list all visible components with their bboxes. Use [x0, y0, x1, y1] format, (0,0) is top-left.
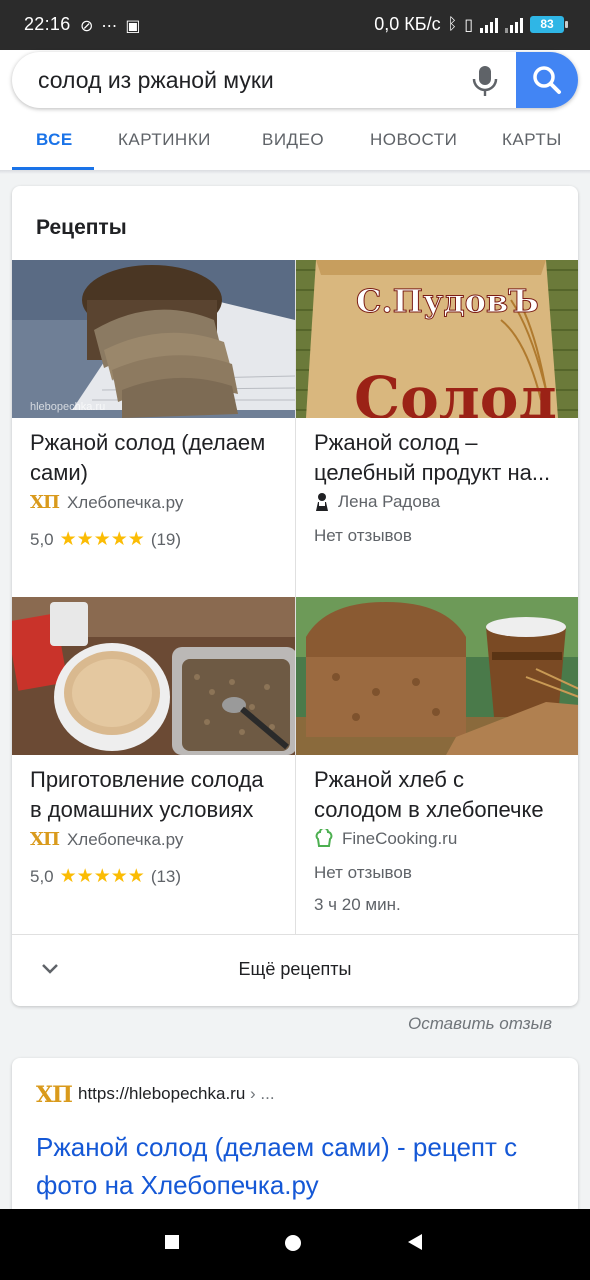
signal-icon-2 [505, 17, 523, 33]
tab-maps[interactable]: КАРТЫ [502, 130, 562, 150]
recipe-item[interactable]: Ржаной хлеб с солодом в хлебопечке FineC… [296, 597, 578, 934]
hlebopechka-logo-icon: ХП [30, 829, 60, 850]
tab-all[interactable]: ВСЕ [36, 130, 73, 150]
source-name: FineCooking.ru [342, 829, 458, 848]
feedback-link[interactable]: Оставить отзыв [408, 1014, 552, 1034]
home-icon[interactable] [284, 1234, 302, 1252]
source-name: Лена Радова [338, 492, 441, 511]
result-title-link[interactable]: Ржаной солод (делаем сами) - рецепт с фо… [36, 1128, 566, 1204]
source-name: Хлебопечка.ру [66, 492, 184, 512]
result-url[interactable]: https://hlebopechka.ru › ... [78, 1084, 275, 1104]
recipe-title-line: Ржаной хлеб с [314, 767, 464, 792]
more-recipes-button[interactable]: Ещё рецепты [12, 935, 578, 1006]
data-icon: ⋯ [101, 18, 118, 35]
review-count: (19) [150, 529, 182, 549]
no-reviews-label: Нет отзывов [314, 863, 412, 882]
mic-icon[interactable] [470, 64, 500, 98]
system-nav-bar [0, 1209, 590, 1280]
chef-hat-icon [315, 829, 333, 847]
recipe-image[interactable]: С.ПудовЪ Солод [296, 260, 578, 418]
vibrate-icon: ▯ [464, 16, 473, 34]
review-count: (13) [150, 866, 182, 886]
recipe-title[interactable]: Приготовление солода в домашних условиях [30, 765, 292, 825]
recipes-card: Рецепты hlebopechka.ru Ржаной солод (дел… [12, 186, 578, 1006]
rating-stars-icon: ★★★★★ [59, 866, 145, 887]
result-title-line: фото на Хлебопечка.ру [36, 1170, 319, 1200]
result-url-path: › ... [245, 1084, 275, 1103]
no-reviews-label: Нет отзывов [314, 526, 412, 545]
recipe-image[interactable]: hlebopechka.ru [12, 260, 295, 418]
battery-icon: 83 [530, 16, 568, 33]
bluetooth-icon: ᛒ [447, 15, 458, 33]
recipe-item[interactable]: С.ПудовЪ Солод Ржаной солод – целебный п… [296, 260, 578, 597]
rating-value: 5,0 [30, 529, 54, 549]
image-caption-text: Солод [354, 364, 557, 418]
recipe-title-line: Приготовление солода [30, 767, 264, 792]
image-watermark: hlebopechka.ru [30, 401, 105, 413]
status-right: 0,0 КБ/с ᛒ ▯ 83 [374, 14, 568, 35]
hlebopechka-logo-icon: ХП [30, 492, 60, 513]
rating-value: 5,0 [30, 866, 54, 886]
recipe-item[interactable]: hlebopechka.ru Ржаной солод (делаем сами… [12, 260, 295, 597]
search-box[interactable]: солод из ржаной муки [12, 52, 578, 108]
status-time: 22:16 [24, 14, 71, 34]
recipe-source: ХП Хлебопечка.ру [30, 829, 183, 850]
search-input[interactable]: солод из ржаной муки [38, 67, 274, 94]
search-icon [533, 66, 561, 94]
recipes-title: Рецепты [36, 216, 127, 239]
chef-icon [316, 493, 328, 511]
recipe-image[interactable] [296, 597, 578, 755]
signal-icon-1 [480, 17, 498, 33]
recipe-title[interactable]: Ржаной солод – целебный продукт на... [314, 428, 576, 488]
result-title-line: Ржаной солод (делаем сами) - рецепт с [36, 1132, 518, 1162]
status-bar: 22:16 ⊘ ⋯ ▣ 0,0 КБ/с ᛒ ▯ 83 [0, 0, 590, 50]
rating-stars-icon: ★★★★★ [59, 529, 145, 550]
recipe-image[interactable] [12, 597, 295, 755]
recipe-rating: 5,0 ★★★★★ (13) [30, 865, 181, 888]
search-button[interactable] [516, 52, 578, 108]
recipe-source: FineCooking.ru [314, 829, 457, 849]
back-icon[interactable] [406, 1233, 424, 1251]
recipe-title-line: в домашних условиях [30, 797, 254, 822]
recipe-rating: 5,0 ★★★★★ (19) [30, 528, 181, 551]
search-results-page: 22:16 ⊘ ⋯ ▣ 0,0 КБ/с ᛒ ▯ 83 солод из ржа… [0, 0, 590, 1280]
recipe-title[interactable]: Ржаной солод (делаем сами) [30, 428, 292, 488]
net-speed: 0,0 КБ/с [374, 14, 441, 34]
tab-images[interactable]: КАРТИНКИ [118, 130, 211, 150]
cooking-time: 3 ч 20 мин. [314, 895, 401, 914]
recipe-source: ХП Хлебопечка.ру [30, 492, 183, 513]
header-shadow [0, 170, 590, 174]
image-brand-text: С.ПудовЪ [356, 282, 539, 320]
recipe-title-line: сами) [30, 460, 88, 485]
search-header: солод из ржаной муки ВСЕ КАРТИНКИ ВИДЕО … [0, 50, 590, 170]
tab-video[interactable]: ВИДЕО [262, 130, 324, 150]
recipe-source: Лена Радова [314, 492, 440, 512]
search-result[interactable]: ХП https://hlebopechka.ru › ... Ржаной с… [12, 1058, 578, 1228]
recipe-item[interactable]: Приготовление солода в домашних условиях… [12, 597, 295, 934]
tab-news[interactable]: НОВОСТИ [370, 130, 457, 150]
recents-icon[interactable] [163, 1233, 181, 1251]
recipe-title-line: целебный продукт на... [314, 460, 551, 485]
result-url-main: https://hlebopechka.ru [78, 1084, 246, 1103]
recipe-title-line: Ржаной солод – [314, 430, 478, 455]
notification-icon: ▣ [125, 18, 141, 35]
recipe-title[interactable]: Ржаной хлеб с солодом в хлебопечке [314, 765, 576, 825]
recipe-title-line: солодом в хлебопечке [314, 797, 544, 822]
recipe-title-line: Ржаной солод (делаем [30, 430, 266, 455]
more-recipes-label: Ещё рецепты [238, 959, 352, 979]
no-sim-icon: ⊘ [80, 18, 94, 35]
site-favicon-icon: ХП [36, 1082, 73, 1108]
status-notification-icons: ⊘ ⋯ ▣ [80, 16, 141, 36]
search-tabs: ВСЕ КАРТИНКИ ВИДЕО НОВОСТИ КАРТЫ [0, 124, 590, 170]
source-name: Хлебопечка.ру [66, 829, 184, 849]
grid-divider-vertical [295, 260, 296, 934]
